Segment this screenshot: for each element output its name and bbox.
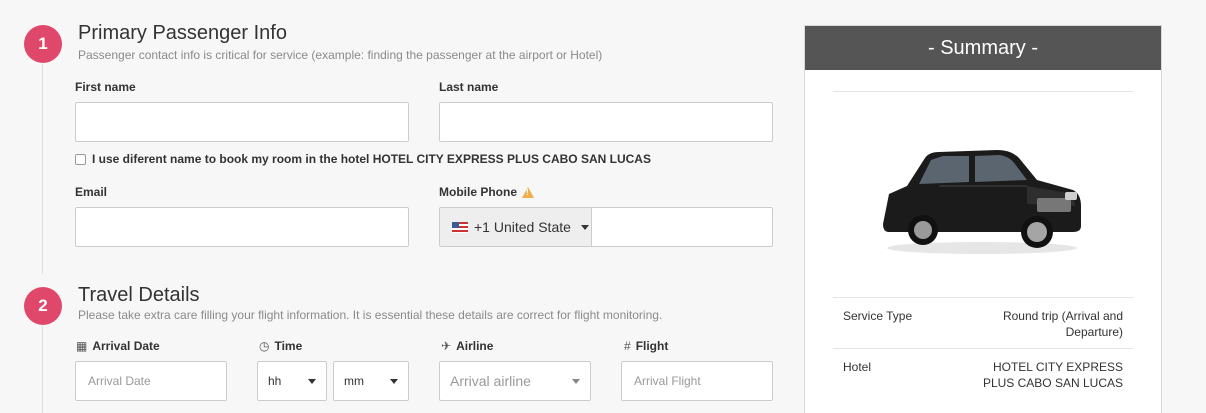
first-name-input[interactable]	[75, 102, 409, 142]
email-input[interactable]	[75, 207, 409, 247]
mobile-phone-label: Mobile Phone	[439, 185, 534, 199]
summary-row-hotel: Hotel HOTEL CITY EXPRESS PLUS CABO SAN L…	[833, 348, 1133, 413]
summary-divider	[833, 91, 1133, 92]
chevron-down-icon	[572, 378, 580, 384]
first-name-label: First name	[75, 80, 136, 94]
hour-value: hh	[268, 374, 282, 388]
step-2-badge: 2	[24, 287, 62, 325]
diff-name-row: I use diferent name to book my room in t…	[75, 152, 651, 166]
section-subtitle-travel: Please take extra care filling your flig…	[78, 308, 663, 322]
last-name-label: Last name	[439, 80, 499, 94]
timeline-line	[42, 64, 43, 274]
summary-panel: - Summary - Service Type Round trip (Arr…	[804, 25, 1162, 413]
us-flag-icon	[452, 221, 468, 233]
arrival-date-input[interactable]: Arrival Date	[75, 361, 227, 401]
suv-vehicle-image	[883, 150, 1081, 254]
summary-key: Service Type	[843, 309, 913, 323]
timeline-line	[42, 326, 43, 413]
last-name-input[interactable]	[439, 102, 773, 142]
hour-select[interactable]: hh	[257, 361, 327, 401]
summary-key: Hotel	[843, 360, 872, 374]
chevron-down-icon	[308, 378, 316, 384]
minute-value: mm	[344, 374, 364, 388]
section-title-passenger: Primary Passenger Info	[78, 22, 287, 44]
diff-name-label: I use diferent name to book my room in t…	[92, 152, 651, 166]
chevron-down-icon	[580, 224, 589, 230]
plane-icon: ✈	[441, 339, 452, 353]
summary-value: HOTEL CITY EXPRESS PLUS CABO SAN LUCAS	[982, 360, 1123, 390]
warning-triangle-icon[interactable]	[522, 186, 534, 198]
airline-select[interactable]: Arrival airline	[439, 361, 591, 401]
section-subtitle-passenger: Passenger contact info is critical for s…	[78, 48, 603, 62]
clock-icon: ◷	[259, 339, 270, 353]
chevron-down-icon	[390, 378, 398, 384]
summary-value: Round trip (Arrival and Departure)	[1002, 309, 1123, 339]
flight-label: # Flight	[624, 339, 669, 353]
country-code-select[interactable]: +1 United State	[439, 207, 591, 247]
country-code-value: +1 United State	[474, 219, 571, 235]
summary-title: - Summary -	[805, 26, 1161, 70]
flight-input[interactable]: Arrival Flight	[621, 361, 773, 401]
airline-placeholder: Arrival airline	[450, 373, 531, 389]
airline-label: ✈ Airline	[441, 339, 494, 353]
minute-select[interactable]: mm	[333, 361, 409, 401]
summary-row-service-type: Service Type Round trip (Arrival and Dep…	[833, 297, 1133, 348]
time-label: ◷ Time	[259, 339, 303, 353]
arrival-date-label: ▦ Arrival Date	[76, 339, 160, 353]
mobile-phone-input[interactable]	[591, 207, 773, 247]
section-title-travel: Travel Details	[78, 284, 200, 306]
email-label: Email	[75, 185, 108, 199]
calendar-icon: ▦	[76, 339, 88, 353]
hash-icon: #	[624, 339, 631, 353]
step-1-badge: 1	[24, 25, 62, 63]
diff-name-checkbox[interactable]	[75, 153, 86, 165]
